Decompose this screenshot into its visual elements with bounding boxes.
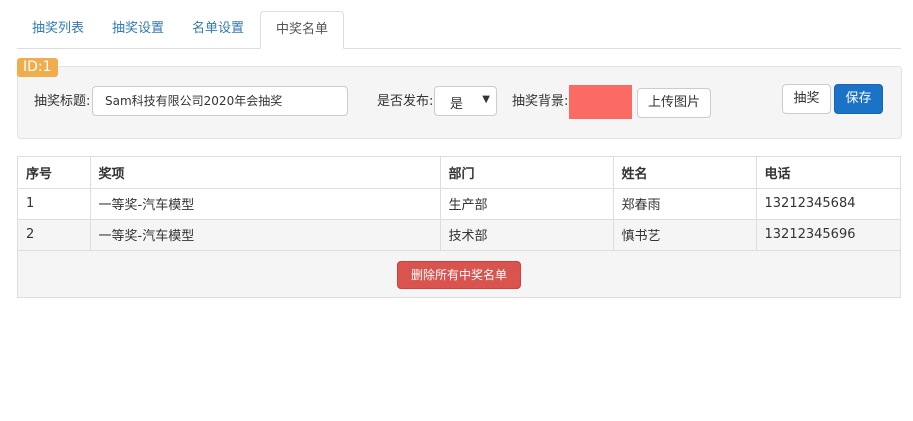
title-label: 抽奖标题:	[34, 94, 91, 109]
cell-name: 郑春雨	[613, 188, 757, 220]
cell-index: 2	[18, 219, 91, 251]
table-row: 2 一等奖-汽车模型 技术部 慎书艺 13212345696	[18, 219, 900, 251]
draw-button[interactable]: 抽奖	[782, 84, 831, 114]
header-phone: 电话	[756, 157, 900, 189]
publish-label: 是否发布:	[377, 94, 434, 109]
table-row: 1 一等奖-汽车模型 生产部 郑春雨 13212345684	[18, 188, 900, 220]
table-header-row: 序号 奖项 部门 姓名 电话	[18, 157, 900, 189]
caret-down-icon: ▼	[482, 94, 490, 105]
id-badge: ID:1	[17, 58, 58, 77]
cell-name: 慎书艺	[613, 219, 757, 251]
publish-select-value: 是	[450, 97, 464, 112]
header-department: 部门	[440, 157, 614, 189]
tab-bar: 抽奖列表 抽奖设置 名单设置 中奖名单	[17, 11, 901, 49]
delete-all-winners-button[interactable]: 删除所有中奖名单	[397, 261, 521, 289]
winner-table: 序号 奖项 部门 姓名 电话 1 一等奖-汽车模型 生产部 郑春雨 132123…	[18, 157, 900, 251]
cell-index: 1	[18, 188, 91, 220]
cell-prize: 一等奖-汽车模型	[90, 219, 441, 251]
header-index: 序号	[18, 157, 91, 189]
save-button[interactable]: 保存	[834, 84, 883, 114]
cell-phone: 13212345696	[756, 219, 900, 251]
tab-winner-list[interactable]: 中奖名单	[260, 11, 345, 49]
cell-phone: 13212345684	[756, 188, 900, 220]
tab-roster-settings[interactable]: 名单设置	[177, 11, 259, 47]
header-prize: 奖项	[90, 157, 441, 189]
cell-department: 技术部	[440, 219, 614, 251]
background-label: 抽奖背景:	[512, 94, 569, 109]
upload-image-button[interactable]: 上传图片	[637, 88, 711, 118]
cell-prize: 一等奖-汽车模型	[90, 188, 441, 220]
background-preview	[569, 85, 632, 119]
header-name: 姓名	[613, 157, 757, 189]
publish-select[interactable]: 是 ▼	[434, 86, 497, 116]
title-input[interactable]: Sam科技有限公司2020年会抽奖	[92, 86, 348, 116]
tab-lottery-settings[interactable]: 抽奖设置	[97, 11, 179, 47]
tab-lottery-list[interactable]: 抽奖列表	[17, 11, 99, 47]
cell-department: 生产部	[440, 188, 614, 220]
